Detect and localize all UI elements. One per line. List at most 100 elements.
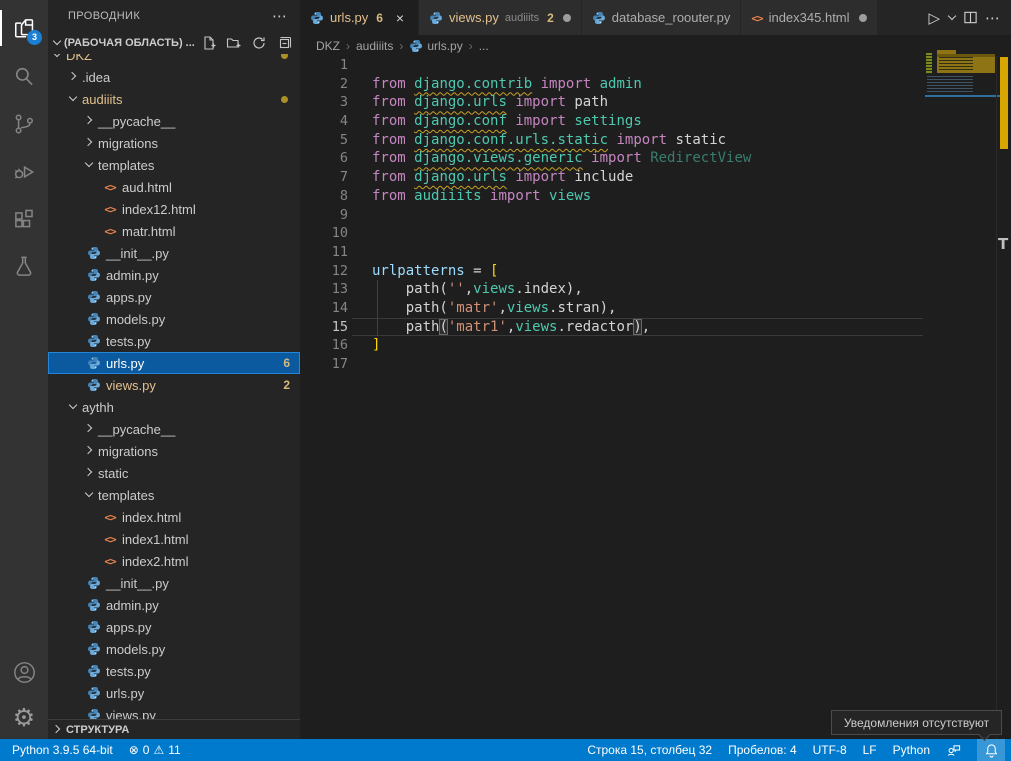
code-editor[interactable]: 12from django.contrib import admin3from … xyxy=(300,56,1011,739)
tree-item-admin-py[interactable]: admin.py xyxy=(48,594,300,616)
explorer-icon[interactable]: 3 xyxy=(0,4,48,52)
tree-item-audiiits[interactable]: audiiits xyxy=(48,88,300,110)
new-file-icon[interactable] xyxy=(201,35,217,51)
feedback-icon[interactable] xyxy=(946,743,961,758)
outline-section-header[interactable]: СТРУКТУРА xyxy=(48,719,300,739)
tab-views-py[interactable]: views.pyaudiiits2 xyxy=(419,0,582,35)
tree-item-label: __pycache__ xyxy=(98,422,175,437)
tree-item-urls-py[interactable]: urls.py6 xyxy=(48,352,300,374)
run-debug-icon[interactable] xyxy=(0,148,48,196)
tree-item-dkz[interactable]: DKZ xyxy=(48,54,300,66)
tree-item--init-py[interactable]: __init__.py xyxy=(48,572,300,594)
tree-item-index12-html[interactable]: <>index12.html xyxy=(48,198,300,220)
tree-item-views-py[interactable]: views.py2 xyxy=(48,374,300,396)
line-content: ] xyxy=(348,336,380,355)
code-line-6[interactable]: 6from django.views.generic import Redire… xyxy=(300,149,1011,168)
tree-item-label: index2.html xyxy=(122,554,188,569)
code-line-8[interactable]: 8from audiiits import views xyxy=(300,187,1011,206)
html-file-icon: <> xyxy=(102,179,118,195)
tree-item-admin-py[interactable]: admin.py xyxy=(48,264,300,286)
scrollbar[interactable]: T xyxy=(996,56,1011,739)
tree-item-migrations[interactable]: migrations xyxy=(48,132,300,154)
line-content: from django.views.generic import Redirec… xyxy=(348,149,751,168)
tree-item-apps-py[interactable]: apps.py xyxy=(48,286,300,308)
eol-setting[interactable]: LF xyxy=(863,743,877,757)
settings-gear-icon[interactable]: ⚙ xyxy=(0,694,48,742)
tree-item-index1-html[interactable]: <>index1.html xyxy=(48,528,300,550)
language-mode[interactable]: Python xyxy=(893,743,930,757)
code-line-1[interactable]: 1 xyxy=(300,56,1011,75)
tree-item-aythh[interactable]: aythh xyxy=(48,396,300,418)
code-line-11[interactable]: 11 xyxy=(300,243,1011,262)
tree-item-migrations[interactable]: migrations xyxy=(48,440,300,462)
code-line-5[interactable]: 5from django.conf.urls.static import sta… xyxy=(300,131,1011,150)
breadcrumb-label: audiiits xyxy=(356,39,393,53)
tree-item-aud-html[interactable]: <>aud.html xyxy=(48,176,300,198)
code-line-9[interactable]: 9 xyxy=(300,206,1011,225)
minimap[interactable] xyxy=(925,56,996,739)
refresh-icon[interactable] xyxy=(251,35,267,51)
code-line-14[interactable]: 14 path('matr',views.stran), xyxy=(300,299,1011,318)
tree-item-templates[interactable]: templates xyxy=(48,484,300,506)
indentation-setting[interactable]: Пробелов: 4 xyxy=(728,743,797,757)
tree-item-label: templates xyxy=(98,488,154,503)
tree-item-static[interactable]: static xyxy=(48,462,300,484)
problems-indicator[interactable]: ⊗ 0 ⚠ 11 xyxy=(129,743,181,757)
tree-item-label: apps.py xyxy=(106,620,152,635)
code-line-10[interactable]: 10 xyxy=(300,224,1011,243)
tree-item-matr-html[interactable]: <>matr.html xyxy=(48,220,300,242)
chevron-down-icon xyxy=(68,94,78,104)
unsaved-dot-icon[interactable] xyxy=(859,14,867,22)
run-file-icon[interactable]: ▷ xyxy=(928,9,940,27)
testing-icon[interactable] xyxy=(0,242,48,290)
sidebar-more-actions[interactable]: ⋯ xyxy=(272,7,288,25)
line-number: 16 xyxy=(300,336,348,355)
workspace-section-header[interactable]: (РАБОЧАЯ ОБЛАСТЬ) ... xyxy=(48,32,300,54)
tree-item--idea[interactable]: .idea xyxy=(48,66,300,88)
tree-item-urls-py[interactable]: urls.py xyxy=(48,682,300,704)
tree-item-models-py[interactable]: models.py xyxy=(48,638,300,660)
new-folder-icon[interactable] xyxy=(226,35,242,51)
code-line-15[interactable]: 15 path('matr1',views.redactor), xyxy=(300,318,1011,337)
breadcrumb-item[interactable]: ... xyxy=(479,39,489,53)
tree-item-models-py[interactable]: models.py xyxy=(48,308,300,330)
tree-item-apps-py[interactable]: apps.py xyxy=(48,616,300,638)
tab-index345-html[interactable]: <>index345.html xyxy=(741,0,877,35)
split-editor-icon[interactable] xyxy=(963,10,978,25)
unsaved-dot-icon[interactable] xyxy=(563,14,571,22)
code-line-16[interactable]: 16] xyxy=(300,336,1011,355)
source-control-icon[interactable] xyxy=(0,100,48,148)
tree-item-views-py[interactable]: views.py xyxy=(48,704,300,719)
code-line-7[interactable]: 7from django.urls import include xyxy=(300,168,1011,187)
code-line-13[interactable]: 13 path('',views.index), xyxy=(300,280,1011,299)
encoding[interactable]: UTF-8 xyxy=(813,743,847,757)
tree-item-index2-html[interactable]: <>index2.html xyxy=(48,550,300,572)
code-line-12[interactable]: 12urlpatterns = [ xyxy=(300,262,1011,281)
close-icon[interactable]: × xyxy=(392,10,408,26)
more-actions-icon[interactable]: ⋯ xyxy=(985,9,1001,27)
tab-database-roouter-py[interactable]: database_roouter.py xyxy=(582,0,742,35)
code-line-3[interactable]: 3from django.urls import path xyxy=(300,93,1011,112)
collapse-all-icon[interactable] xyxy=(276,35,292,51)
account-icon[interactable] xyxy=(0,648,48,696)
code-line-4[interactable]: 4from django.conf import settings xyxy=(300,112,1011,131)
tree-item--init-py[interactable]: __init__.py xyxy=(48,242,300,264)
notifications-bell-icon[interactable] xyxy=(977,739,1005,761)
breadcrumb-item[interactable]: audiiits xyxy=(356,39,393,53)
extensions-icon[interactable] xyxy=(0,196,48,244)
search-icon[interactable] xyxy=(0,52,48,100)
breadcrumb-item[interactable]: urls.py xyxy=(409,39,462,53)
tree-item-tests-py[interactable]: tests.py xyxy=(48,330,300,352)
tree-item--pycache-[interactable]: __pycache__ xyxy=(48,418,300,440)
tab-urls-py[interactable]: urls.py6× xyxy=(300,0,419,35)
tree-item-tests-py[interactable]: tests.py xyxy=(48,660,300,682)
tree-item-templates[interactable]: templates xyxy=(48,154,300,176)
code-line-17[interactable]: 17 xyxy=(300,355,1011,374)
tree-item-index-html[interactable]: <>index.html xyxy=(48,506,300,528)
tree-item--pycache-[interactable]: __pycache__ xyxy=(48,110,300,132)
run-dropdown-chevron-icon[interactable] xyxy=(947,13,956,22)
cursor-position[interactable]: Строка 15, столбец 32 xyxy=(587,743,712,757)
python-interpreter[interactable]: Python 3.9.5 64-bit xyxy=(12,743,113,757)
code-line-2[interactable]: 2from django.contrib import admin xyxy=(300,75,1011,94)
breadcrumb-item[interactable]: DKZ xyxy=(316,39,340,53)
